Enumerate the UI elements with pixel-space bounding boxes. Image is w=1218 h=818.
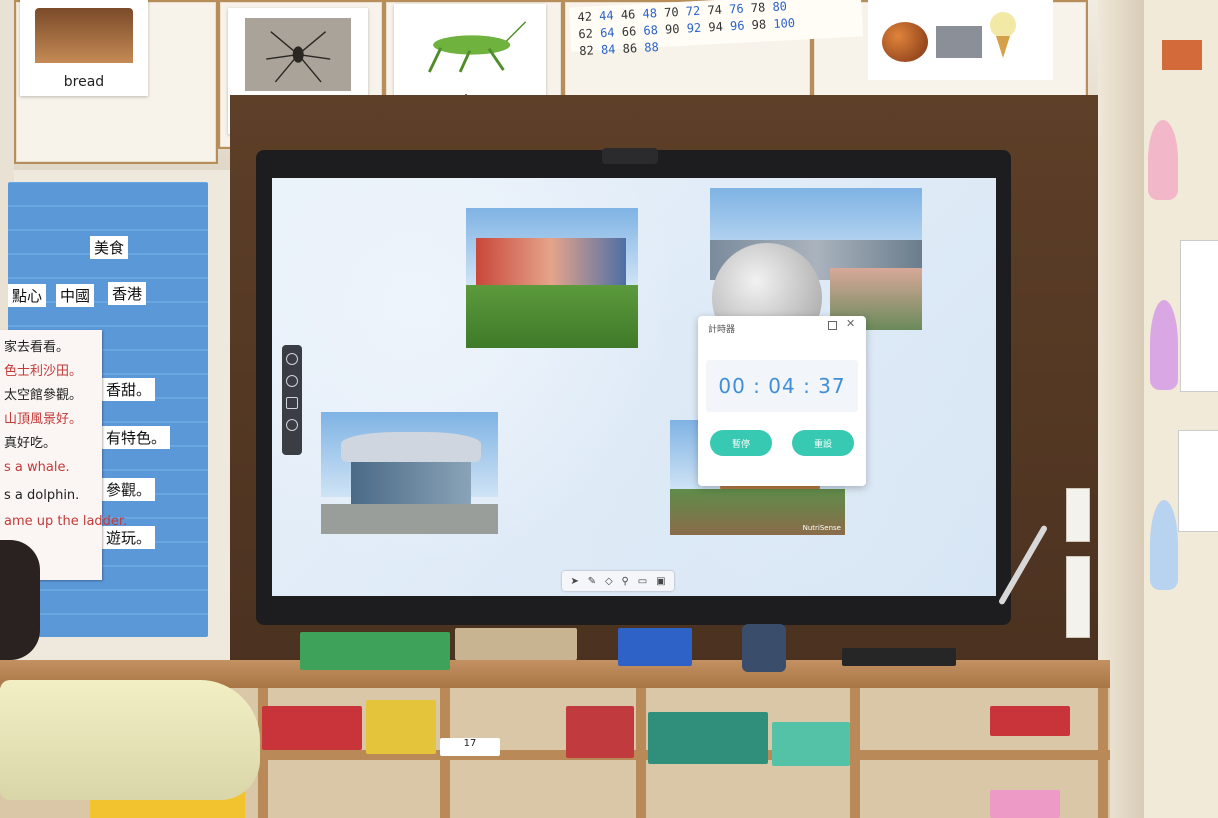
- timer-title: 計時器: [708, 325, 736, 335]
- number-chart: 42 44 46 48 70 72 74 76 78 80 62 64 66 6…: [569, 0, 863, 58]
- webcam: [602, 148, 658, 164]
- eraser-icon[interactable]: ◇: [605, 576, 613, 587]
- photo-ground: [321, 503, 498, 534]
- power-outlet: [1066, 488, 1090, 542]
- power-outlet: [1066, 556, 1090, 638]
- close-icon[interactable]: ✕: [846, 317, 855, 330]
- undo-icon[interactable]: [286, 353, 298, 365]
- bread-image: [35, 7, 133, 64]
- shelf-label: 17: [440, 738, 500, 756]
- spider-image: [244, 18, 352, 92]
- basketball-image: [882, 22, 928, 62]
- search-icon[interactable]: ⚲: [622, 576, 629, 587]
- note-line: 山頂風景好。: [4, 412, 83, 427]
- word-card: 遊玩。: [102, 526, 156, 549]
- tan-basket: [455, 628, 577, 660]
- reset-button[interactable]: 重設: [792, 430, 854, 456]
- menu-icon[interactable]: [286, 397, 298, 409]
- red-box: [990, 706, 1070, 736]
- note-line: ame up the ladder.: [4, 514, 128, 529]
- red-basket: [566, 706, 634, 758]
- shelf-divider: [850, 688, 860, 818]
- photo-peak-tower[interactable]: [321, 412, 498, 534]
- word-card: 中國: [56, 284, 95, 307]
- word-card: 香港: [108, 282, 147, 305]
- shelf-divider: [1098, 688, 1108, 818]
- teal-tray: [648, 712, 768, 764]
- blue-box: [742, 624, 786, 672]
- green-basket: [300, 632, 450, 670]
- bottom-toolbar: ➤ ✎ ◇ ⚲ ▭ ▣: [562, 571, 674, 591]
- ice-cream-cone: [996, 36, 1010, 58]
- ice-cream-image: [990, 12, 1016, 38]
- note-line: 家去看看。: [4, 340, 70, 355]
- blue-basket: [618, 628, 692, 666]
- flashcard-sports: [868, 0, 1053, 80]
- pointer-icon[interactable]: ➤: [570, 576, 578, 587]
- decoration-bricks: [1162, 40, 1202, 70]
- side-toolbar: [282, 345, 302, 455]
- photo-garden: [466, 285, 638, 348]
- settings-icon[interactable]: [286, 419, 298, 431]
- note-line: 真好吃。: [4, 436, 57, 451]
- remote-control: [842, 648, 956, 666]
- word-card: 參觀。: [102, 478, 156, 501]
- photo-science-museum[interactable]: [466, 208, 638, 348]
- photo-tower-roof: [341, 432, 481, 462]
- timer-display: 00 : 04 : 37: [706, 360, 858, 412]
- mint-basket: [772, 722, 850, 766]
- screen-icon[interactable]: ▭: [638, 576, 647, 587]
- grasshopper-image: [412, 13, 528, 78]
- child-hair: [0, 540, 40, 660]
- red-tray: [262, 706, 362, 750]
- decoration-figure: [1150, 500, 1178, 590]
- yellow-basket: [366, 700, 436, 754]
- photo-watermark: NutriSense: [802, 524, 841, 532]
- maximize-icon[interactable]: [828, 321, 837, 330]
- child-arm: [0, 680, 260, 800]
- timer-window: 計時器 ✕ 00 : 04 : 37 暫停 重設: [698, 316, 866, 486]
- pause-button[interactable]: 暫停: [710, 430, 772, 456]
- redo-icon[interactable]: [286, 375, 298, 387]
- decoration-figure: [1150, 300, 1178, 390]
- note-line: s a dolphin.: [4, 488, 80, 503]
- note-line: s a whale.: [4, 460, 70, 475]
- photo-space-museum[interactable]: [710, 188, 922, 330]
- note-line: 太空館參觀。: [4, 388, 83, 403]
- note-line: 色士利沙田。: [4, 364, 83, 379]
- word-card: 點心: [8, 284, 47, 307]
- classroom-scene: bread spider grasshopper: [0, 0, 1218, 818]
- word-card: 有特色。: [102, 426, 171, 449]
- pink-basket: [990, 790, 1060, 818]
- word-card: 香甜。: [102, 378, 156, 401]
- building-image: [936, 26, 982, 58]
- shelf-divider: [636, 688, 646, 818]
- whiteboard-icon[interactable]: ▣: [656, 576, 665, 587]
- wall-paper: [1178, 430, 1218, 532]
- pen-icon[interactable]: ✎: [588, 576, 596, 587]
- decoration-figure: [1148, 120, 1178, 200]
- right-wall: [1144, 0, 1218, 818]
- flashcard-bread: bread: [20, 0, 148, 96]
- wall-paper: [1180, 240, 1218, 392]
- photo-tower-body: [351, 462, 471, 507]
- word-card: 美食: [90, 236, 129, 259]
- flashcard-word: bread: [63, 74, 105, 91]
